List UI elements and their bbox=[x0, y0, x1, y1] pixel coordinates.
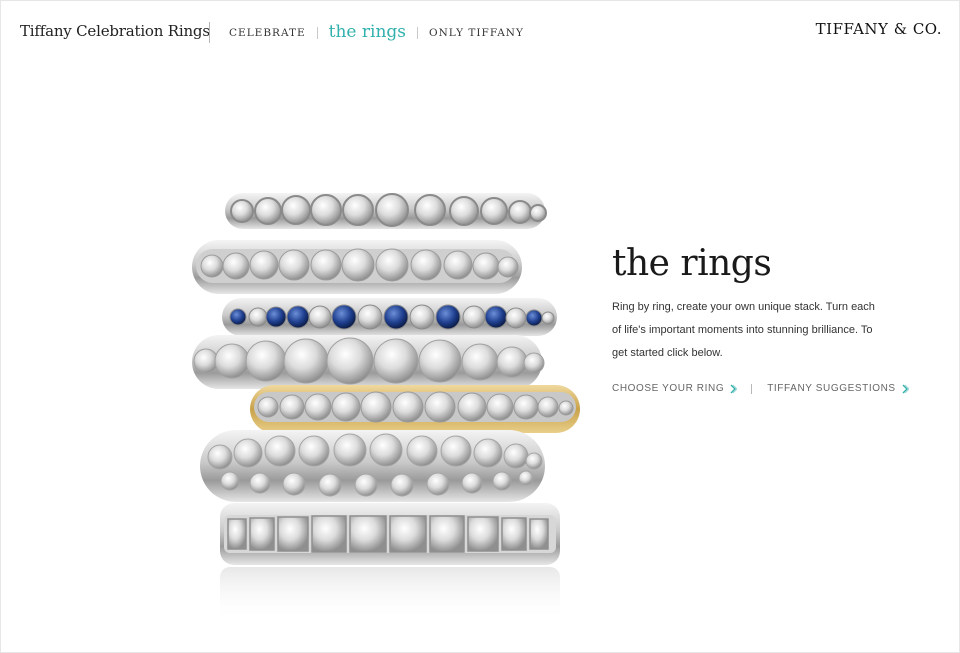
choose-ring-link[interactable]: CHOOSE YOUR RING bbox=[612, 383, 738, 394]
chevron-right-icon bbox=[902, 384, 909, 393]
ring-square-cut bbox=[220, 503, 560, 565]
ring-stack-illustration bbox=[192, 193, 580, 622]
nav-celebrate[interactable]: CELEBRATE bbox=[229, 27, 306, 39]
ring-stack-image bbox=[190, 185, 585, 625]
action-divider bbox=[751, 383, 753, 394]
ring-bezel bbox=[225, 193, 547, 229]
chevron-right-icon bbox=[730, 384, 738, 393]
ring-gold bbox=[250, 385, 580, 433]
ring-large-diamonds bbox=[192, 335, 545, 389]
tiffany-suggestions-link[interactable]: TIFFANY SUGGESTIONS bbox=[767, 383, 909, 394]
intro-section: the rings Ring by ring, create your own … bbox=[612, 240, 912, 365]
nav-divider bbox=[316, 27, 318, 39]
nav-the-rings[interactable]: the rings bbox=[329, 22, 406, 42]
nav-only-tiffany[interactable]: ONLY TIFFANY bbox=[429, 27, 524, 39]
action-links: CHOOSE YOUR RING TIFFANY SUGGESTIONS bbox=[612, 383, 909, 394]
intro-text: Ring by ring, create your own unique sta… bbox=[612, 301, 875, 359]
nav-divider bbox=[417, 27, 419, 39]
ring-sapphire bbox=[222, 298, 557, 336]
reflection bbox=[220, 567, 560, 622]
choose-ring-label: CHOOSE YOUR RING bbox=[612, 383, 725, 394]
title-divider bbox=[209, 22, 210, 43]
ring-pave bbox=[200, 430, 545, 502]
suggestions-label: TIFFANY SUGGESTIONS bbox=[767, 383, 896, 394]
tiffany-logo[interactable]: TIFFANY & CO. bbox=[816, 20, 942, 38]
header: Tiffany Celebration Rings CELEBRATE the … bbox=[0, 0, 960, 64]
site-title[interactable]: Tiffany Celebration Rings bbox=[20, 22, 210, 40]
ring-diamond-band bbox=[192, 240, 522, 294]
page-title: the rings bbox=[612, 243, 772, 284]
main-nav: CELEBRATE the rings ONLY TIFFANY bbox=[229, 20, 524, 46]
